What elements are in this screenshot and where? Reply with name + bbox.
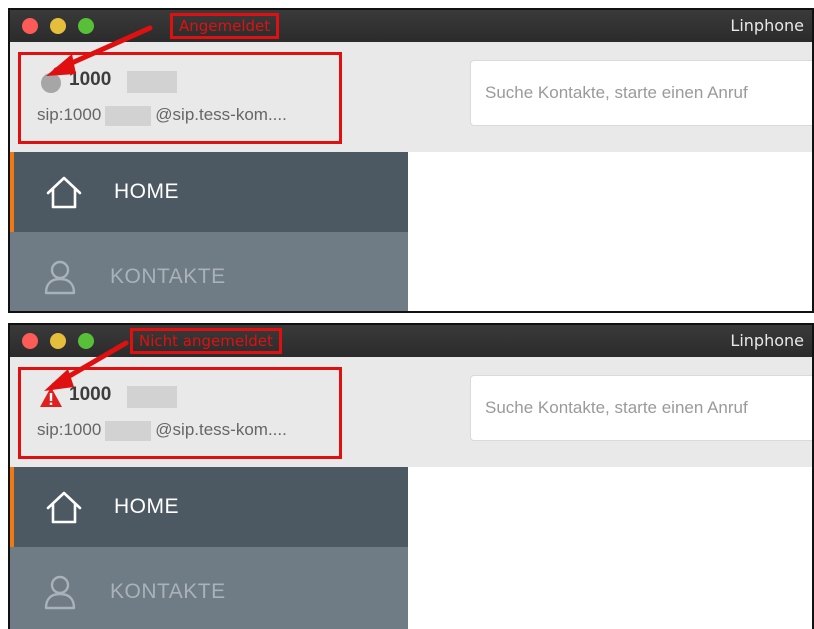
close-window-button[interactable] xyxy=(22,18,38,34)
account-status-box[interactable]: 1000 sip:1000 @sip.tess-kom.... xyxy=(18,52,342,144)
account-header: 1000 sip:1000 @sip.tess-kom.... xyxy=(10,42,812,152)
account-uri-suffix: @sip.tess-kom.... xyxy=(155,420,287,439)
home-icon xyxy=(46,491,82,524)
contacts-icon xyxy=(44,260,76,295)
account-status-box[interactable]: 1000 sip:1000 @sip.tess-kom.... xyxy=(18,367,342,459)
close-window-button[interactable] xyxy=(22,333,38,349)
linphone-window-registered: Linphone Angemeldet 1000 sip:1000 @sip.te… xyxy=(8,8,814,313)
sidebar-item-label: KONTAKTE xyxy=(110,580,226,603)
annotation-label: Angemeldet xyxy=(170,13,280,39)
account-header: 1000 sip:1000 @sip.tess-kom.... xyxy=(10,357,812,467)
redaction-mask xyxy=(127,386,177,408)
sidebar-item-home[interactable]: HOME xyxy=(10,467,408,547)
redaction-mask xyxy=(105,105,152,126)
annotation-label: Nicht angemeldet xyxy=(130,328,282,354)
window-title: Linphone xyxy=(730,331,804,350)
search-input[interactable] xyxy=(470,60,812,126)
redaction-mask xyxy=(105,420,152,441)
zoom-window-button[interactable] xyxy=(78,333,94,349)
home-icon xyxy=(46,176,82,209)
title-bar: Linphone Nicht angemeldet xyxy=(10,325,812,357)
account-name: 1000 xyxy=(69,69,112,90)
window-title: Linphone xyxy=(730,16,804,35)
account-name: 1000 xyxy=(69,384,112,405)
account-uri-prefix: sip:1000 xyxy=(37,420,102,439)
title-bar: Linphone Angemeldet xyxy=(10,10,812,42)
account-uri-prefix: sip:1000 xyxy=(37,105,102,124)
sidebar-item-label: HOME xyxy=(114,495,179,518)
zoom-window-button[interactable] xyxy=(78,18,94,34)
sidebar-item-contacts[interactable]: KONTAKTE xyxy=(10,547,408,629)
sidebar: HOME KONTAKTE xyxy=(10,152,408,311)
account-uri: sip:1000 @sip.tess-kom.... xyxy=(37,105,287,126)
minimize-window-button[interactable] xyxy=(50,333,66,349)
redaction-mask xyxy=(127,71,177,93)
minimize-window-button[interactable] xyxy=(50,18,66,34)
sidebar-item-label: HOME xyxy=(114,180,179,203)
warning-icon xyxy=(40,387,62,407)
linphone-window-unregistered: Linphone Nicht angemeldet 1000 sip:1000 @… xyxy=(8,323,814,629)
status-dot-icon xyxy=(41,73,61,93)
sidebar-item-contacts[interactable]: KONTAKTE xyxy=(10,232,408,311)
search-input[interactable] xyxy=(470,375,812,441)
sidebar: HOME KONTAKTE xyxy=(10,467,408,629)
account-uri-suffix: @sip.tess-kom.... xyxy=(155,105,287,124)
account-uri: sip:1000 @sip.tess-kom.... xyxy=(37,420,287,441)
contacts-icon xyxy=(44,575,76,610)
sidebar-item-home[interactable]: HOME xyxy=(10,152,408,232)
sidebar-item-label: KONTAKTE xyxy=(110,265,226,288)
